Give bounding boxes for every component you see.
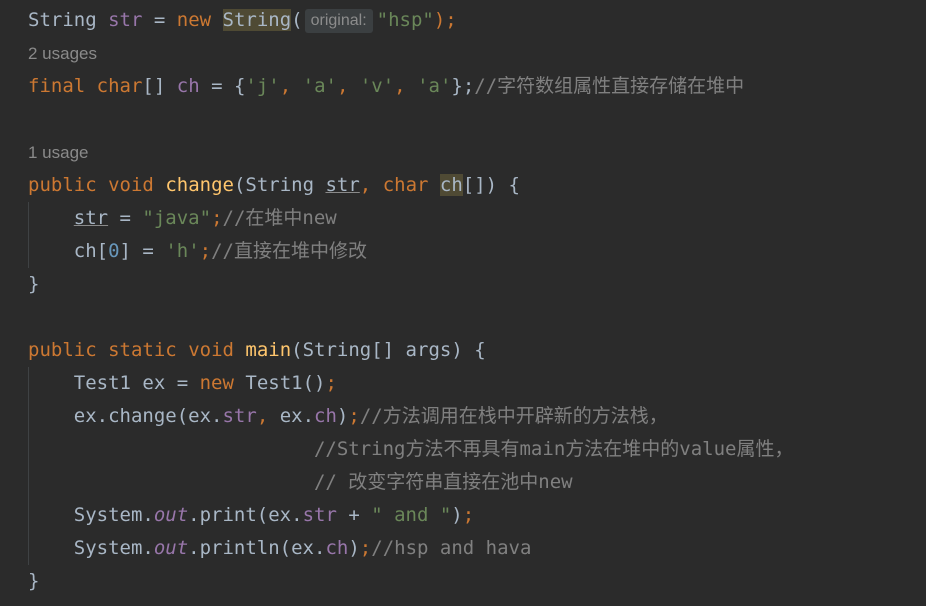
- token-punct: ,: [256, 405, 269, 427]
- token-comment: //hsp and hava: [371, 537, 532, 559]
- token-char: 'h': [165, 240, 200, 262]
- code-line-17[interactable]: }: [28, 565, 39, 598]
- token-op: ] =: [119, 240, 166, 262]
- token-punct: []) {: [462, 174, 520, 196]
- token-keyword: static: [108, 339, 177, 361]
- token-punct: ;: [359, 537, 372, 559]
- code-line-8[interactable]: }: [28, 268, 39, 301]
- token-punct: (String[] args) {: [291, 339, 486, 361]
- token-char: 'a': [417, 75, 452, 97]
- token-call: ex.: [268, 405, 315, 427]
- token-keyword: final: [28, 75, 86, 97]
- token-comment: //String方法不再具有main方法在堆中的value属性，: [313, 438, 794, 460]
- token-number: 0: [108, 240, 120, 262]
- token-comment: //直接在堆中修改: [211, 240, 367, 262]
- usages-hint[interactable]: 1 usage: [28, 136, 89, 169]
- token-param: str: [73, 207, 109, 229]
- token-keyword: char: [382, 174, 429, 196]
- token-keyword: void: [108, 174, 154, 196]
- token-char: 'a': [302, 75, 337, 97]
- token-string: "hsp": [376, 9, 434, 31]
- token-op: +: [336, 504, 372, 526]
- code-line-10[interactable]: public static void main(String[] args) {: [28, 334, 486, 367]
- code-line-15[interactable]: System.out.print(ex.str + " and ");: [28, 499, 474, 532]
- token-static-field: out: [153, 504, 189, 526]
- token-field: str: [108, 9, 143, 31]
- token-string: "java": [142, 207, 212, 229]
- token-param: ch: [439, 174, 463, 196]
- token-call: System.: [73, 537, 154, 559]
- usages-hint[interactable]: 2 usages: [28, 37, 97, 70]
- code-line-3[interactable]: final char[] ch = {'j', 'a', 'v', 'a'};/…: [28, 70, 744, 103]
- code-line-6[interactable]: str = "java";//在堆中new: [28, 202, 337, 235]
- token-param: str: [325, 174, 360, 196]
- token-field: str: [302, 504, 337, 526]
- token-comment: //在堆中new: [222, 207, 337, 229]
- code-line-11[interactable]: Test1 ex = new Test1();: [28, 367, 337, 400]
- token-punct: []: [142, 75, 177, 97]
- token-char: 'j': [245, 75, 280, 97]
- code-line-5[interactable]: public void change(String str, char ch[]…: [28, 169, 520, 202]
- token-brace: }: [28, 273, 40, 295]
- token-punct: ;: [211, 207, 223, 229]
- token-comment: //字符数组属性直接存储在堆中: [474, 75, 745, 97]
- token-punct: ): [451, 504, 463, 526]
- token-param: ch[: [73, 240, 109, 262]
- code-line-16[interactable]: System.out.println(ex.ch);//hsp and hava: [28, 532, 532, 565]
- param-hint-original: original:: [304, 9, 373, 33]
- token-punct: ;: [462, 504, 475, 526]
- token-char: 'v': [359, 75, 395, 97]
- token-keyword: new: [176, 9, 212, 31]
- token-call: ex.change(ex.: [73, 405, 223, 427]
- token-string: " and ": [371, 504, 452, 526]
- token-call: .println(ex.: [188, 537, 326, 559]
- token-punct: );: [433, 9, 457, 31]
- token-call: System.: [73, 504, 154, 526]
- token-keyword: public: [28, 339, 97, 361]
- token-field: ch: [325, 537, 349, 559]
- token-keyword: void: [188, 339, 234, 361]
- token-comment: // 改变字符串直接在池中new: [313, 471, 573, 493]
- token-comment: //方法调用在栈中开辟新的方法栈，: [359, 405, 668, 427]
- token-punct: };: [451, 75, 475, 97]
- token-constructor: String: [222, 9, 292, 31]
- token-call: .print(ex.: [188, 504, 303, 526]
- token-punct: ): [336, 405, 349, 427]
- token-op: =: [142, 9, 177, 31]
- token-punct: ;: [348, 405, 360, 427]
- code-line-7[interactable]: ch[0] = 'h';//直接在堆中修改: [28, 235, 367, 268]
- token-type: Test1 ex =: [73, 372, 200, 394]
- token-keyword: new: [199, 372, 234, 394]
- token-method-name: main: [245, 339, 292, 361]
- token-field: ch: [176, 75, 200, 97]
- token-op: = {: [199, 75, 246, 97]
- code-editor[interactable]: String str = new String(original: "hsp");…: [0, 0, 926, 606]
- token-constructor: Test1(): [233, 372, 326, 394]
- token-punct: ): [348, 537, 360, 559]
- token-static-field: out: [153, 537, 189, 559]
- token-type: String: [28, 9, 97, 31]
- code-line-1[interactable]: String str = new String(original: "hsp");: [28, 4, 457, 37]
- token-punct: (: [291, 9, 303, 31]
- token-field: ch: [314, 405, 337, 427]
- token-punct: (String: [233, 174, 326, 196]
- token-keyword: public: [28, 174, 97, 196]
- token-punct: ;: [199, 240, 212, 262]
- token-keyword: char: [96, 75, 143, 97]
- token-op: =: [108, 207, 143, 229]
- token-method-name: change: [165, 174, 234, 196]
- code-line-13[interactable]: //String方法不再具有main方法在堆中的value属性，: [28, 433, 793, 466]
- token-field: str: [222, 405, 257, 427]
- token-brace: }: [28, 570, 40, 592]
- token-punct: ;: [325, 372, 337, 394]
- code-line-14[interactable]: // 改变字符串直接在池中new: [28, 466, 573, 499]
- code-line-12[interactable]: ex.change(ex.str, ex.ch);//方法调用在栈中开辟新的方法…: [28, 400, 668, 433]
